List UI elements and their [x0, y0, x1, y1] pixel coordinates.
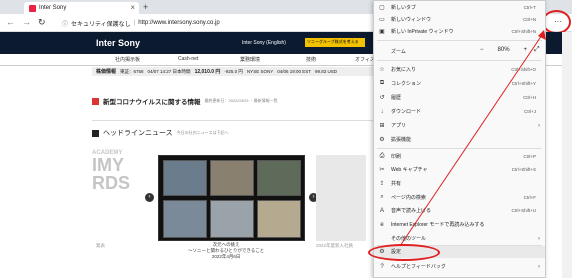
- annotation-arrow: [399, 30, 546, 247]
